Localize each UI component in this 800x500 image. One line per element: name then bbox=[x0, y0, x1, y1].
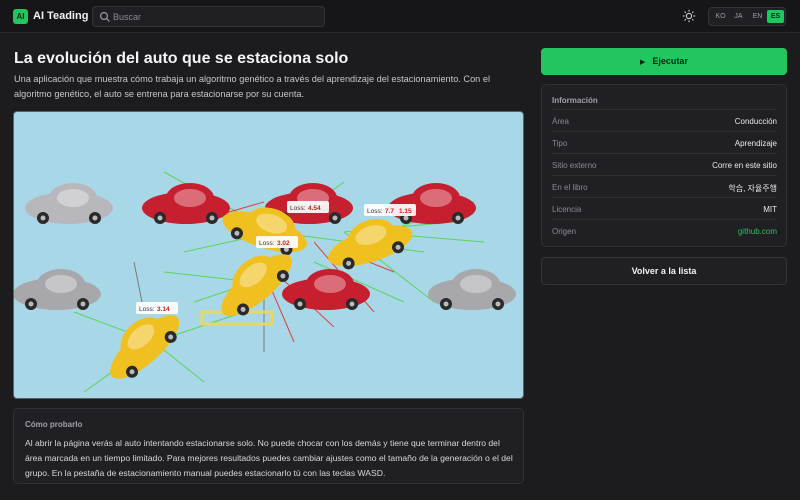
svg-text:3.14: 3.14 bbox=[157, 306, 170, 313]
loss-label-1: Loss: 4.54 bbox=[287, 201, 329, 213]
info-row-license: Licencia MIT bbox=[552, 197, 777, 219]
lang-ja[interactable]: JA bbox=[730, 10, 747, 23]
play-icon: ▶ bbox=[640, 59, 646, 66]
parked-car-silver-3 bbox=[428, 269, 516, 310]
simulation-canvas[interactable]: Loss: 4.54 Loss: 7.7 1.15 Loss: 3.02 Los… bbox=[13, 111, 524, 399]
sun-icon[interactable] bbox=[682, 9, 696, 23]
lang-ko[interactable]: KO bbox=[712, 10, 729, 23]
howto-text: Al abrir la página verás al auto intenta… bbox=[25, 438, 513, 478]
info-title: Información bbox=[552, 96, 598, 105]
info-key: Sitio externo bbox=[552, 161, 597, 170]
svg-text:Loss:: Loss: bbox=[290, 205, 306, 212]
page-title: La evolución del auto que se estaciona s… bbox=[14, 50, 349, 67]
brand-name[interactable]: AI Teading bbox=[33, 9, 88, 24]
loss-label-4: Loss: 3.14 bbox=[136, 302, 178, 314]
parked-car-silver-2 bbox=[14, 269, 101, 310]
parked-car-red-4 bbox=[282, 269, 370, 310]
search-box[interactable] bbox=[92, 6, 325, 27]
info-row-book: En el libro 학습, 자율주행 bbox=[552, 175, 777, 197]
origin-link[interactable]: github.com bbox=[738, 227, 777, 236]
parked-car-red-3 bbox=[388, 183, 476, 224]
info-key: Tipo bbox=[552, 139, 568, 148]
svg-text:4.54: 4.54 bbox=[308, 205, 321, 212]
info-value: 학습, 자율주행 bbox=[728, 184, 777, 193]
back-to-list-button[interactable]: Volver a la lista bbox=[541, 257, 787, 285]
info-panel: Información Área Conducción Tipo Aprendi… bbox=[541, 84, 787, 247]
howto-title: Cómo probarlo bbox=[25, 420, 83, 429]
svg-text:Loss:: Loss: bbox=[259, 240, 275, 247]
info-value: Corre en este sitio bbox=[712, 161, 777, 170]
info-value: Aprendizaje bbox=[734, 139, 777, 148]
page-description: Una aplicación que muestra cómo trabaja … bbox=[14, 74, 490, 99]
parking-scene: Loss: 4.54 Loss: 7.7 1.15 Loss: 3.02 Los… bbox=[14, 171, 516, 393]
info-key: Origen bbox=[552, 227, 577, 236]
info-key: En el libro bbox=[552, 183, 588, 192]
svg-text:3.02: 3.02 bbox=[277, 240, 290, 247]
info-row-origin: Origen github.com bbox=[552, 219, 777, 241]
info-row-external-site: Sitio externo Corre en este sitio bbox=[552, 153, 777, 175]
parked-car-red-1 bbox=[142, 183, 230, 224]
logo-icon[interactable]: AI bbox=[13, 9, 28, 24]
info-row-area: Área Conducción bbox=[552, 109, 777, 131]
language-switcher: KO JA EN ES bbox=[708, 7, 786, 26]
info-key: Área bbox=[552, 117, 569, 126]
svg-text:Loss:: Loss: bbox=[367, 208, 383, 215]
info-key: Licencia bbox=[552, 205, 582, 214]
info-value: MIT bbox=[763, 205, 777, 214]
svg-text:7.7: 7.7 bbox=[385, 208, 394, 215]
svg-text:Loss:: Loss: bbox=[139, 306, 155, 313]
info-row-type: Tipo Aprendizaje bbox=[552, 131, 777, 153]
run-button-label: Ejecutar bbox=[652, 56, 688, 66]
top-bar: AI AI Teading KO JA EN ES bbox=[0, 0, 800, 33]
howto-panel: Cómo probarlo Al abrir la página verás a… bbox=[13, 408, 524, 484]
svg-text:1.15: 1.15 bbox=[399, 208, 412, 215]
run-button[interactable]: ▶ Ejecutar bbox=[541, 48, 787, 75]
loss-label-2: Loss: 7.7 1.15 bbox=[364, 204, 416, 216]
loss-label-3: Loss: 3.02 bbox=[256, 236, 298, 248]
parked-car-silver-1 bbox=[25, 183, 113, 224]
search-icon bbox=[99, 11, 110, 22]
lang-en[interactable]: EN bbox=[749, 10, 766, 23]
lang-es[interactable]: ES bbox=[767, 10, 784, 23]
info-value: Conducción bbox=[734, 117, 777, 126]
search-input[interactable] bbox=[113, 9, 318, 25]
